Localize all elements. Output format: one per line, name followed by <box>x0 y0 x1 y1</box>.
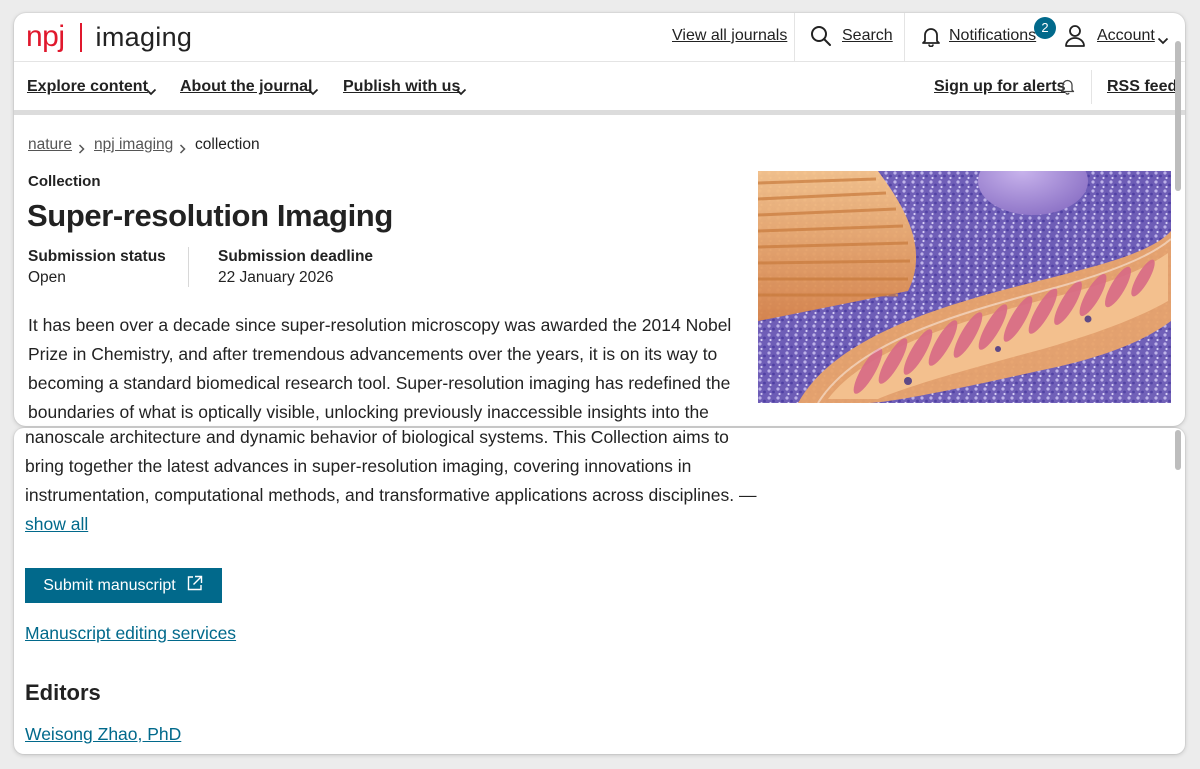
breadcrumb-current: collection <box>195 136 260 153</box>
journal-logo[interactable]: npj imaging <box>26 19 192 55</box>
logo-brand: npj <box>26 20 65 53</box>
chevron-down-icon[interactable] <box>307 83 319 101</box>
editor-link[interactable]: Weisong Zhao, PhD <box>25 724 181 744</box>
nav-rss-feed[interactable]: RSS feed <box>1107 78 1177 96</box>
collection-hero-image <box>758 171 1171 403</box>
bell-icon[interactable] <box>1060 78 1075 100</box>
external-link-icon <box>186 574 204 597</box>
description-line: nanoscale architecture and dynamic behav… <box>25 428 729 447</box>
submission-deadline-label: Submission deadline <box>218 248 374 265</box>
nav-publish-with-us[interactable]: Publish with us <box>343 78 460 96</box>
breadcrumb-npj-imaging[interactable]: npj imaging <box>94 136 173 154</box>
notifications-badge: 2 <box>1034 17 1056 39</box>
search-link[interactable]: Search <box>842 27 893 45</box>
manuscript-editing-link[interactable]: Manuscript editing services <box>25 623 236 643</box>
continued-window: nanoscale architecture and dynamic behav… <box>14 428 1185 754</box>
nav-sign-up-alerts[interactable]: Sign up for alerts <box>934 78 1066 96</box>
notifications-link[interactable]: Notifications <box>949 27 1036 45</box>
description-line: instrumentation, computational methods, … <box>25 485 757 505</box>
main-window: npj imaging View all journals Search Not… <box>14 13 1185 426</box>
description-line: It has been over a decade since super-re… <box>28 315 732 335</box>
description-line: boundaries of what is optically visible,… <box>28 402 709 422</box>
view-all-journals-link[interactable]: View all journals <box>672 27 787 45</box>
chevron-down-icon[interactable] <box>455 83 467 101</box>
description-line: becoming a standard biomedical research … <box>28 373 731 393</box>
page-title: Super-resolution Imaging <box>27 198 393 233</box>
chevron-down-icon[interactable] <box>1157 32 1169 50</box>
scrollbar-thumb[interactable] <box>1175 41 1181 191</box>
show-all-link[interactable]: show all <box>25 514 88 534</box>
submission-status-label: Submission status <box>28 248 166 265</box>
meta-divider <box>188 247 189 287</box>
header-divider <box>904 13 905 61</box>
chevron-right-icon <box>78 141 85 159</box>
account-link[interactable]: Account <box>1097 27 1155 45</box>
user-icon[interactable] <box>1064 24 1086 53</box>
editors-heading: Editors <box>25 680 101 705</box>
bell-icon[interactable] <box>920 25 942 52</box>
nav-explore-content[interactable]: Explore content <box>27 78 148 96</box>
submit-manuscript-button[interactable]: Submit manuscript <box>25 568 222 603</box>
journal-nav: Explore content About the journal Publis… <box>14 62 1185 115</box>
top-header: npj imaging View all journals Search Not… <box>14 13 1185 62</box>
scrollbar-thumb[interactable] <box>1175 430 1181 470</box>
chevron-down-icon[interactable] <box>145 83 157 101</box>
nav-about-journal[interactable]: About the journal <box>180 78 312 96</box>
header-divider <box>794 13 795 61</box>
submission-deadline-value: 22 January 2026 <box>218 269 334 286</box>
submit-manuscript-label: Submit manuscript <box>43 576 176 594</box>
chevron-right-icon <box>179 141 186 159</box>
logo-journal-name: imaging <box>95 22 193 52</box>
nav-divider <box>1091 70 1092 104</box>
logo-divider <box>79 22 82 52</box>
description-line: bring together the latest advances in su… <box>25 456 692 476</box>
description-line: Prize in Chemistry, and after tremendous… <box>28 344 718 364</box>
search-icon[interactable] <box>810 25 832 52</box>
collection-kicker: Collection <box>28 173 101 190</box>
submission-status-value: Open <box>28 269 66 286</box>
breadcrumb-nature[interactable]: nature <box>28 136 72 154</box>
